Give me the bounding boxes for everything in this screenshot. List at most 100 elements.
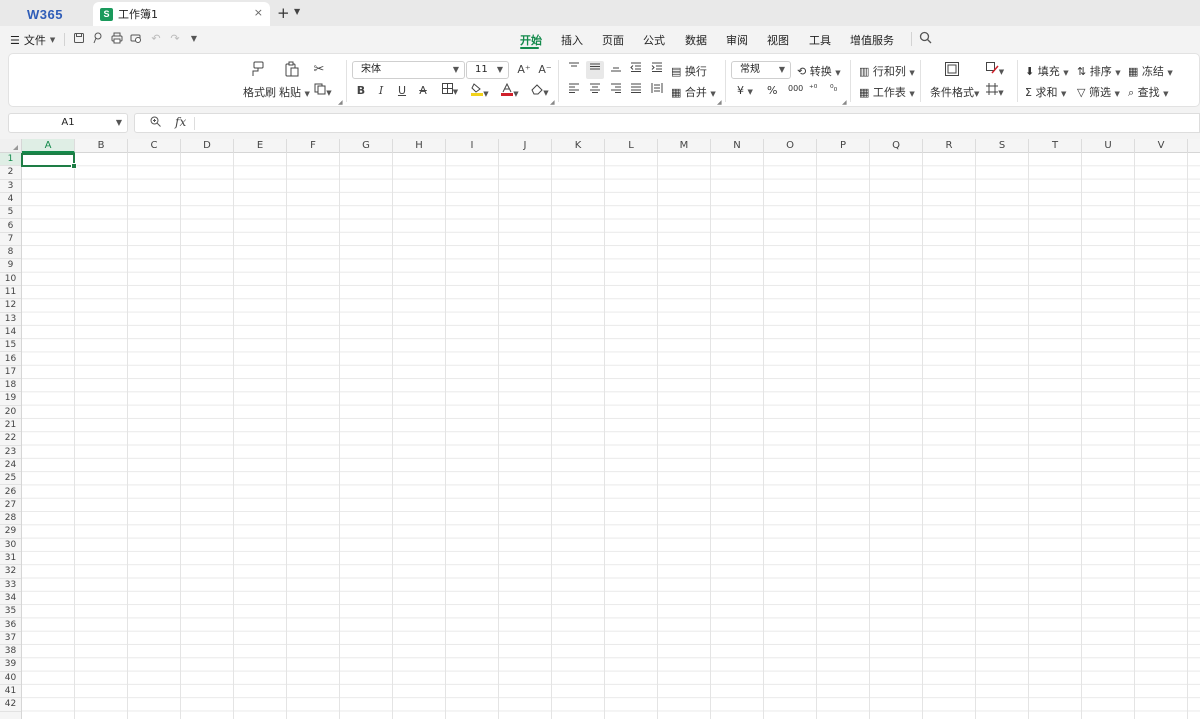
font-color-icon[interactable]: ▼ xyxy=(497,82,523,102)
row-header-26[interactable]: 26 xyxy=(0,486,21,499)
row-header-22[interactable]: 22 xyxy=(0,432,21,446)
row-header-37[interactable]: 37 xyxy=(0,632,21,646)
row-header-32[interactable]: 32 xyxy=(0,565,21,579)
row-header-16[interactable]: 16 xyxy=(0,353,21,366)
row-header-41[interactable]: 41 xyxy=(0,685,21,699)
row-header-19[interactable]: 19 xyxy=(0,392,21,406)
clipboard-dialog-launcher-icon[interactable]: ◢ xyxy=(338,99,343,106)
formula-input[interactable]: fx xyxy=(134,113,1200,133)
row-header-28[interactable]: 28 xyxy=(0,512,21,526)
tab-view[interactable]: 视图 xyxy=(767,32,789,48)
increase-font-size-icon[interactable]: A⁺ xyxy=(516,62,532,78)
zoom-magnifier-icon[interactable] xyxy=(150,116,161,130)
format-painter-button[interactable]: 格式刷 xyxy=(243,84,276,100)
format-painter-icon[interactable] xyxy=(249,61,267,80)
column-header-q[interactable]: Q xyxy=(870,139,923,153)
print-icon[interactable] xyxy=(110,32,124,46)
row-header-34[interactable]: 34 xyxy=(0,592,21,606)
column-header-p[interactable]: P xyxy=(817,139,870,153)
merge-cells-button[interactable]: ▦ 合并 ▼ xyxy=(671,84,716,100)
row-header-2[interactable]: 2 xyxy=(0,166,21,180)
tab-formulas[interactable]: 公式 xyxy=(643,32,665,48)
column-header-o[interactable]: O xyxy=(764,139,817,153)
column-header-g[interactable]: G xyxy=(340,139,393,153)
row-header-35[interactable]: 35 xyxy=(0,605,21,619)
alignment-dialog-launcher-icon[interactable]: ◢ xyxy=(717,99,722,106)
percent-icon[interactable]: % xyxy=(767,84,777,97)
cut-icon[interactable]: ✂ xyxy=(311,62,327,78)
row-header-9[interactable]: 9 xyxy=(0,259,21,273)
search-icon[interactable] xyxy=(919,31,932,48)
close-tab-icon[interactable]: × xyxy=(254,6,263,19)
tab-page[interactable]: 页面 xyxy=(602,32,624,48)
row-header-21[interactable]: 21 xyxy=(0,419,21,433)
row-header-15[interactable]: 15 xyxy=(0,339,21,353)
row-header-40[interactable]: 40 xyxy=(0,672,21,685)
row-header-38[interactable]: 38 xyxy=(0,645,21,659)
tab-home[interactable]: 开始 xyxy=(520,32,542,48)
row-header-25[interactable]: 25 xyxy=(0,472,21,486)
home-logo-tab[interactable]: W365 xyxy=(0,2,90,26)
align-bottom-icon[interactable] xyxy=(608,62,624,78)
tab-insert[interactable]: 插入 xyxy=(561,32,583,48)
row-header-17[interactable]: 17 xyxy=(0,366,21,380)
table-format-icon[interactable]: ▼ xyxy=(983,83,1007,101)
column-header-n[interactable]: N xyxy=(711,139,764,153)
autosum-button[interactable]: Σ 求和 ▼ xyxy=(1025,84,1066,100)
underline-icon[interactable]: U xyxy=(395,83,409,99)
name-box[interactable]: A1 ▼ xyxy=(8,113,128,133)
row-header-8[interactable]: 8 xyxy=(0,246,21,260)
align-top-icon[interactable] xyxy=(566,62,582,78)
row-header-36[interactable]: 36 xyxy=(0,619,21,632)
column-header-b[interactable]: B xyxy=(75,139,128,153)
number-dialog-launcher-icon[interactable]: ◢ xyxy=(842,99,847,106)
increase-indent-icon[interactable] xyxy=(649,62,665,78)
row-header-6[interactable]: 6 xyxy=(0,220,21,233)
align-center-icon[interactable] xyxy=(587,83,603,99)
row-header-31[interactable]: 31 xyxy=(0,552,21,566)
font-dialog-launcher-icon[interactable]: ◢ xyxy=(550,99,555,106)
strikethrough-icon[interactable]: A xyxy=(416,83,430,99)
decrease-font-size-icon[interactable]: A⁻ xyxy=(537,62,553,78)
new-tab-plus-icon[interactable]: + xyxy=(277,4,290,22)
paste-icon[interactable] xyxy=(283,61,301,80)
save-icon[interactable] xyxy=(72,32,86,46)
column-header-t[interactable]: T xyxy=(1029,139,1082,153)
undo-icon[interactable]: ↶ xyxy=(149,32,163,46)
row-header-11[interactable]: 11 xyxy=(0,286,21,300)
tab-review[interactable]: 审阅 xyxy=(726,32,748,48)
active-cell-selection[interactable] xyxy=(21,153,77,169)
align-middle-icon[interactable] xyxy=(586,61,604,79)
row-header-18[interactable]: 18 xyxy=(0,379,21,393)
worksheet-button[interactable]: ▦ 工作表 ▼ xyxy=(859,84,915,100)
insert-function-icon[interactable]: fx xyxy=(175,115,186,129)
row-header-30[interactable]: 30 xyxy=(0,539,21,552)
fill-color-icon[interactable]: ▼ xyxy=(467,83,493,102)
row-header-33[interactable]: 33 xyxy=(0,579,21,592)
font-size-select[interactable]: 11 ▼ xyxy=(466,61,509,79)
column-header-r[interactable]: R xyxy=(923,139,976,153)
column-header-j[interactable]: J xyxy=(499,139,552,153)
cell-style-icon[interactable]: ▼ xyxy=(983,62,1007,80)
column-header-k[interactable]: K xyxy=(552,139,605,153)
file-menu-button[interactable]: ☰ 文件 ▼ xyxy=(10,32,55,48)
align-right-icon[interactable] xyxy=(608,83,624,99)
print-preview-icon[interactable] xyxy=(129,32,143,46)
column-header-m[interactable]: M xyxy=(658,139,711,153)
row-header-39[interactable]: 39 xyxy=(0,658,21,672)
row-header-20[interactable]: 20 xyxy=(0,406,21,419)
spreadsheet-grid[interactable]: ABCDEFGHIJKLMNOPQRSTUV 1 2 3 4 5 6 7 8 9 10 11 12 13… xyxy=(0,139,1200,719)
bold-icon[interactable]: B xyxy=(354,83,368,99)
row-header-27[interactable]: 27 xyxy=(0,499,21,513)
customize-quick-access-icon[interactable]: ▼ xyxy=(187,32,201,46)
currency-button[interactable]: ¥ ▼ xyxy=(737,84,753,97)
column-header-f[interactable]: F xyxy=(287,139,340,153)
column-header-c[interactable]: C xyxy=(128,139,181,153)
align-left-icon[interactable] xyxy=(566,83,582,99)
convert-button[interactable]: ⟲ 转换 ▼ xyxy=(797,63,841,79)
column-header-a[interactable]: A xyxy=(22,139,75,153)
paste-button[interactable]: 粘贴 ▼ xyxy=(279,84,310,100)
row-header-4[interactable]: 4 xyxy=(0,193,21,207)
row-header-10[interactable]: 10 xyxy=(0,273,21,286)
increase-decimal-icon[interactable]: ⁺⁰ xyxy=(809,84,817,94)
